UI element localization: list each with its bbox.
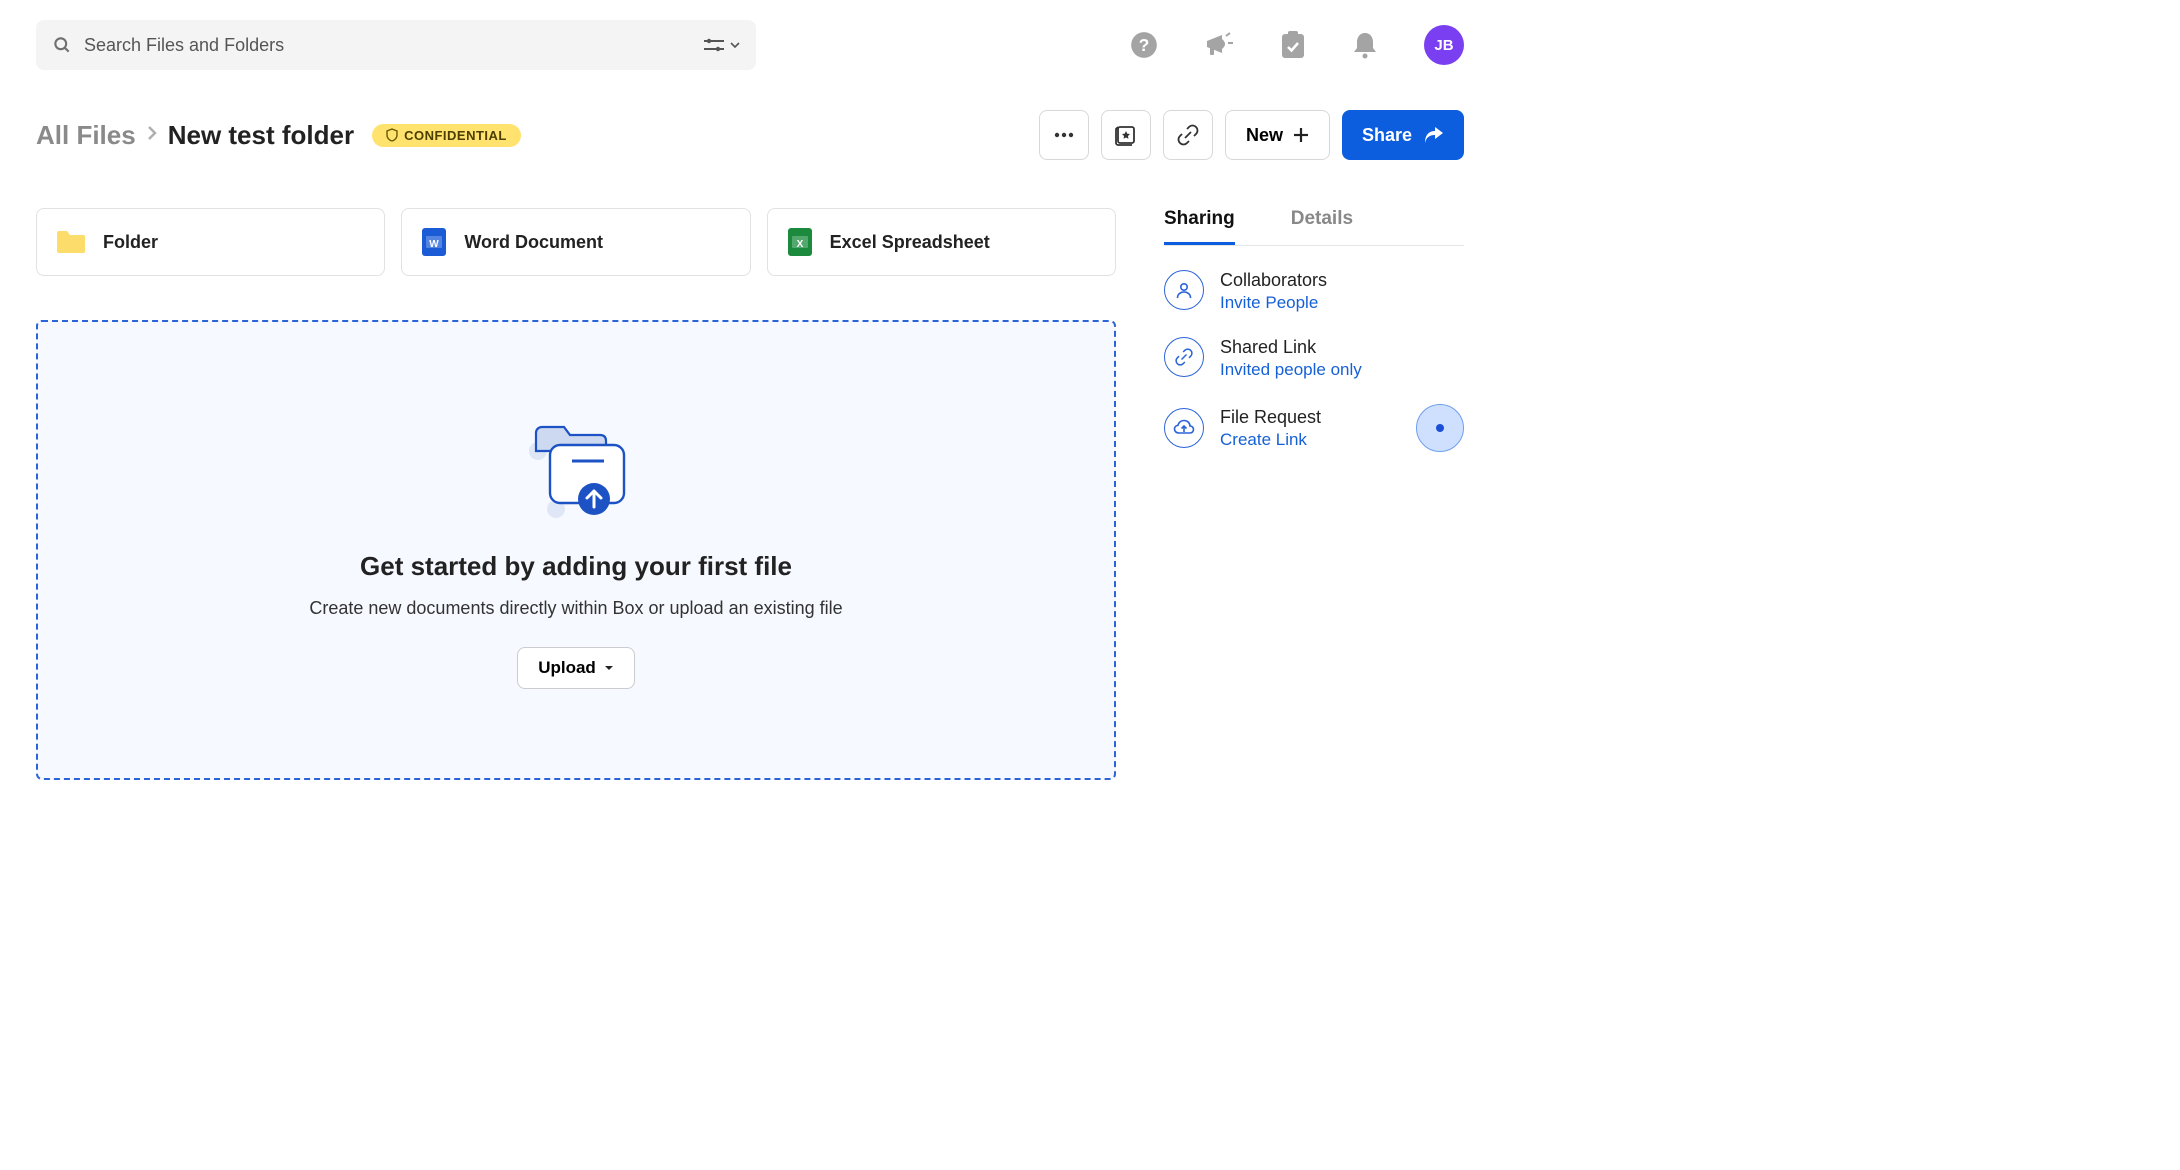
collaborators-title: Collaborators <box>1220 270 1327 291</box>
breadcrumb: All Files New test folder CONFIDENTIAL <box>36 120 521 151</box>
avatar[interactable]: JB <box>1424 25 1464 65</box>
link-icon <box>1176 123 1200 147</box>
chevron-down-icon <box>730 42 740 48</box>
upload-button[interactable]: Upload <box>517 647 635 689</box>
dropzone-title: Get started by adding your first file <box>360 551 792 582</box>
link-button[interactable] <box>1163 110 1213 160</box>
tab-details[interactable]: Details <box>1291 208 1353 245</box>
shared-link-action[interactable]: Invited people only <box>1220 360 1362 380</box>
link-icon <box>1164 337 1204 377</box>
svg-text:?: ? <box>1139 35 1150 55</box>
template-folder[interactable]: Folder <box>36 208 385 276</box>
new-button[interactable]: New <box>1225 110 1330 160</box>
breadcrumb-current: New test folder <box>168 120 354 151</box>
search-input[interactable] <box>84 35 704 56</box>
caret-down-icon <box>604 665 614 671</box>
dropzone[interactable]: Get started by adding your first file Cr… <box>36 320 1116 780</box>
confidential-badge: CONFIDENTIAL <box>372 124 521 147</box>
file-request-title: File Request <box>1220 407 1321 428</box>
breadcrumb-root[interactable]: All Files <box>36 120 136 151</box>
folder-icon <box>55 229 87 255</box>
add-to-collection-button[interactable] <box>1101 110 1151 160</box>
dropzone-subtitle: Create new documents directly within Box… <box>309 598 842 619</box>
tab-sharing[interactable]: Sharing <box>1164 208 1235 245</box>
filter-icon <box>704 38 724 52</box>
megaphone-icon[interactable] <box>1204 31 1234 59</box>
attention-pulse-icon[interactable] <box>1416 404 1464 452</box>
plus-icon <box>1293 127 1309 143</box>
template-label: Word Document <box>464 232 603 253</box>
search-filter-button[interactable] <box>704 38 740 52</box>
chevron-right-icon <box>146 125 158 146</box>
ellipsis-icon <box>1054 132 1074 138</box>
svg-text:X: X <box>796 239 803 250</box>
svg-text:W: W <box>430 239 440 250</box>
clipboard-check-icon[interactable] <box>1280 30 1306 60</box>
template-label: Folder <box>103 232 158 253</box>
shield-icon <box>386 128 398 142</box>
search-box[interactable] <box>36 20 756 70</box>
person-icon <box>1164 270 1204 310</box>
invite-people-link[interactable]: Invite People <box>1220 293 1327 313</box>
word-doc-icon: W <box>420 226 448 258</box>
template-excel[interactable]: X Excel Spreadsheet <box>767 208 1116 276</box>
search-icon <box>52 35 72 55</box>
share-button[interactable]: Share <box>1342 110 1464 160</box>
avatar-initials: JB <box>1434 37 1453 54</box>
more-options-button[interactable] <box>1039 110 1089 160</box>
template-word[interactable]: W Word Document <box>401 208 750 276</box>
upload-illustration-icon <box>516 411 636 521</box>
cloud-upload-icon <box>1164 408 1204 448</box>
share-arrow-icon <box>1424 126 1444 144</box>
help-icon[interactable]: ? <box>1130 31 1158 59</box>
create-link-action[interactable]: Create Link <box>1220 430 1321 450</box>
template-label: Excel Spreadsheet <box>830 232 990 253</box>
star-collection-icon <box>1114 123 1138 147</box>
excel-doc-icon: X <box>786 226 814 258</box>
shared-link-title: Shared Link <box>1220 337 1362 358</box>
bell-icon[interactable] <box>1352 30 1378 60</box>
